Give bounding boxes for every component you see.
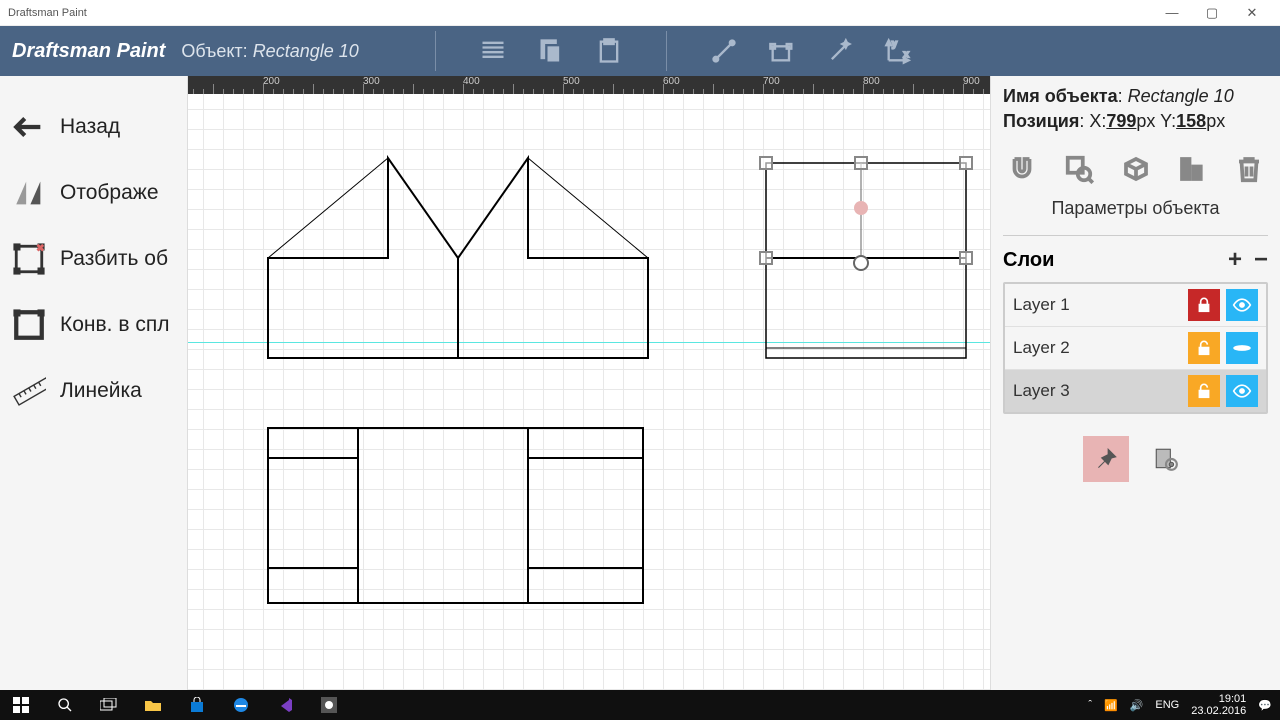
layers-header: Слои + − [1003, 246, 1268, 274]
layers-title: Слои [1003, 249, 1054, 272]
display-button[interactable]: Отображе [0, 160, 187, 226]
canvas-area[interactable]: 200 300 400 500 600 700 800 900 [188, 76, 990, 690]
pin-button[interactable] [1083, 436, 1129, 482]
back-button[interactable]: Назад [0, 94, 187, 160]
break-object-button[interactable]: Разбить об [0, 226, 187, 292]
ruler-button[interactable]: Линейка [0, 358, 187, 424]
window-minimize-button[interactable]: — [1152, 0, 1192, 26]
notifications-icon[interactable]: 💬 [1258, 699, 1272, 712]
find-icon[interactable] [1062, 152, 1096, 186]
drawing-shape-house-right[interactable] [458, 158, 658, 373]
visibility-on-icon[interactable] [1226, 289, 1258, 321]
axes-icon[interactable]: yx [881, 34, 915, 68]
app-toolbar: Draftsman Paint Объект: Rectangle 10 yx [0, 26, 1280, 76]
window-maximize-button[interactable]: ▢ [1192, 0, 1232, 26]
tray-network-icon[interactable]: 📶 [1104, 699, 1118, 712]
left-panel: Назад Отображе Разбить об Конв. в спл Ли… [0, 76, 188, 690]
add-layer-button[interactable]: + [1228, 246, 1242, 274]
horizontal-ruler: 200 300 400 500 600 700 800 900 [188, 76, 990, 94]
back-label: Назад [60, 115, 120, 139]
window-close-button[interactable]: ✕ [1232, 0, 1272, 26]
visualstudio-icon[interactable] [264, 690, 306, 720]
center-handle-icon[interactable] [853, 255, 869, 271]
ruler-label: Линейка [60, 379, 142, 403]
layer-row[interactable]: Layer 3 [1005, 370, 1266, 412]
toolbar-separator [435, 31, 436, 71]
display-icon [10, 174, 48, 212]
lock-open-icon[interactable] [1188, 375, 1220, 407]
drawing-shape-house-left[interactable] [268, 158, 468, 373]
align-lines-icon[interactable] [476, 34, 510, 68]
explorer-icon[interactable] [132, 690, 174, 720]
object-params-heading: Параметры объекта [1003, 198, 1268, 219]
svg-text:x: x [904, 49, 909, 59]
layer-row[interactable]: Layer 2 [1005, 327, 1266, 370]
app-icon[interactable] [308, 690, 350, 720]
align-bottom-icon[interactable] [1175, 152, 1209, 186]
object-name-row: Имя объекта: Rectangle 10 [1003, 86, 1268, 107]
separator [1003, 235, 1268, 236]
properties-panel: Имя объекта: Rectangle 10 Позиция: X:799… [990, 76, 1280, 690]
visibility-on-icon[interactable] [1226, 375, 1258, 407]
system-clock[interactable]: 19:01 23.02.2016 [1191, 693, 1246, 717]
toolbar-separator [666, 31, 667, 71]
layer-name: Layer 1 [1013, 295, 1182, 315]
display-label: Отображе [60, 181, 159, 205]
snap-magnet-icon[interactable] [1005, 152, 1039, 186]
convert-spline-icon [10, 306, 48, 344]
language-indicator[interactable]: ENG [1155, 699, 1179, 711]
visibility-off-icon[interactable] [1226, 332, 1258, 364]
copy-icon[interactable] [534, 34, 568, 68]
object-label: Объект: Rectangle 10 [181, 41, 358, 62]
line-tool-icon[interactable] [707, 34, 741, 68]
lock-open-icon[interactable] [1188, 332, 1220, 364]
drawing-shape-selected-rectangle[interactable] [766, 163, 971, 368]
start-button[interactable] [0, 690, 42, 720]
window-titlebar: Draftsman Paint — ▢ ✕ [0, 0, 1280, 26]
convert-label: Конв. в спл [60, 313, 169, 337]
window-title: Draftsman Paint [8, 7, 1152, 19]
layers-list: Layer 1 Layer 2 Layer 3 [1003, 282, 1268, 414]
drawing-shape-floorplan[interactable] [268, 428, 648, 613]
arrow-left-icon [10, 108, 48, 146]
trash-icon[interactable] [1232, 152, 1266, 186]
remove-layer-button[interactable]: − [1254, 246, 1268, 274]
convert-spline-button[interactable]: Конв. в спл [0, 292, 187, 358]
layer-settings-button[interactable] [1143, 436, 1189, 482]
lock-closed-icon[interactable] [1188, 289, 1220, 321]
break-object-icon [10, 240, 48, 278]
paste-icon[interactable] [592, 34, 626, 68]
svg-text:y: y [892, 38, 897, 48]
ruler-icon [10, 372, 48, 410]
pivot-pin-icon[interactable] [854, 201, 868, 215]
task-view-icon[interactable] [88, 690, 130, 720]
rectangle-tool-icon[interactable] [765, 34, 799, 68]
cube-3d-icon[interactable] [1119, 152, 1153, 186]
layer-row[interactable]: Layer 1 [1005, 284, 1266, 327]
break-label: Разбить об [60, 247, 168, 271]
object-position-row: Позиция: X:799px Y:158px [1003, 111, 1268, 132]
layer-name: Layer 3 [1013, 381, 1182, 401]
tray-volume-icon[interactable]: 🔊 [1130, 699, 1144, 712]
edge-icon[interactable] [220, 690, 262, 720]
layer-name: Layer 2 [1013, 338, 1182, 358]
magic-wand-icon[interactable] [823, 34, 857, 68]
search-icon[interactable] [44, 690, 86, 720]
app-name: Draftsman Paint [12, 40, 165, 63]
tray-chevron-icon[interactable]: ˆ [1088, 699, 1092, 711]
store-icon[interactable] [176, 690, 218, 720]
taskbar: ˆ 📶 🔊 ENG 19:01 23.02.2016 💬 [0, 690, 1280, 720]
